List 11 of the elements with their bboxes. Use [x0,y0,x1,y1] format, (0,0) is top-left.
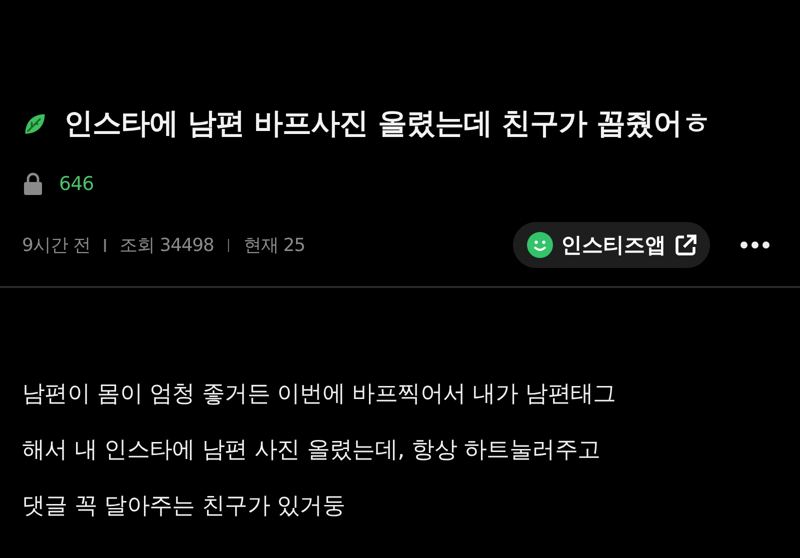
post-meta: 조회 34498 [120,234,214,257]
post-title: 인스타에 남편 바프사진 올렸는데 친구가 꼽줬어ㅎ [64,105,710,142]
external-link-icon [674,233,698,257]
post-meta: 현재 25 [243,234,306,257]
smiley-icon [527,232,553,258]
post-meta: 9시간 전 [22,234,90,257]
more-icon[interactable] [740,241,770,249]
lock-icon [23,172,43,196]
locked-count: 646 [59,173,94,195]
post-body: 남편이 몸이 엄청 좋거든 이번에 바프찍어서 내가 남편태그 해서 내 인스타에 남편 사진 올렸는데, 항상 하트눌러주고 댓글 꼭 달아주는 친구가 있거둥 [22,380,617,521]
app-link-button[interactable]: 인스티즈앱 [513,222,710,268]
